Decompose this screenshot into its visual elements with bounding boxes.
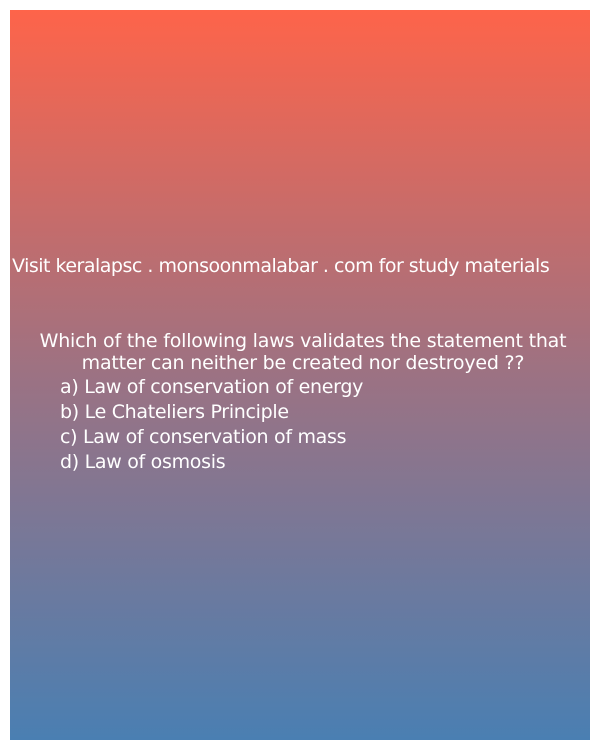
option-b: b) Le Chateliers Principle bbox=[60, 401, 289, 423]
question-text: Which of the following laws validates th… bbox=[18, 330, 588, 374]
option-c: c) Law of conservation of mass bbox=[60, 426, 347, 448]
options-list: a) Law of conservation of energy b) Le C… bbox=[60, 375, 363, 475]
source-text: Visit keralapsc . monsoonmalabar . com f… bbox=[12, 255, 550, 277]
option-a: a) Law of conservation of energy bbox=[60, 376, 364, 398]
question-line-1: Which of the following laws validates th… bbox=[39, 330, 567, 352]
quiz-card: Visit keralapsc . monsoonmalabar . com f… bbox=[10, 10, 590, 740]
option-d: d) Law of osmosis bbox=[60, 451, 226, 473]
question-line-2: matter can neither be created nor destro… bbox=[81, 352, 525, 374]
